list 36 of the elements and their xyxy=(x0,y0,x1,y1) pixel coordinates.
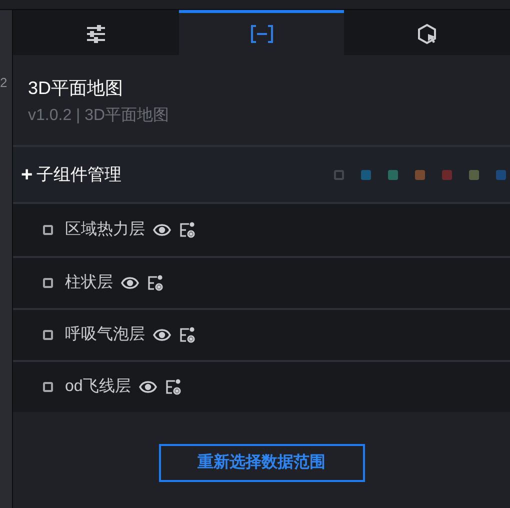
color-swatch[interactable] xyxy=(469,170,479,180)
config-icon[interactable] xyxy=(179,327,195,343)
layer-name: 区域热力层 xyxy=(65,220,145,240)
color-swatch[interactable] xyxy=(388,170,398,180)
checkbox[interactable] xyxy=(43,225,53,235)
eye-icon[interactable] xyxy=(138,381,157,393)
layer-row[interactable]: 区域热力层 xyxy=(13,204,510,256)
hexagon-cursor-icon xyxy=(416,23,438,45)
checkbox[interactable] xyxy=(43,382,53,392)
component-title: 3D平面地图 xyxy=(28,77,124,100)
bracket-icon xyxy=(250,25,274,43)
color-swatch[interactable] xyxy=(334,170,344,180)
checkbox[interactable] xyxy=(43,330,53,340)
sliders-icon xyxy=(86,25,106,43)
expand-toggle[interactable]: + xyxy=(21,164,33,184)
layer-name: 呼吸气泡层 xyxy=(65,324,145,345)
color-swatch[interactable] xyxy=(361,170,371,180)
eye-icon[interactable] xyxy=(153,224,171,236)
color-swatch[interactable] xyxy=(442,170,452,180)
layer-row[interactable]: 呼吸气泡层 xyxy=(13,308,510,360)
config-icon[interactable] xyxy=(179,222,195,238)
color-swatch[interactable] xyxy=(415,170,425,180)
layer-row[interactable]: 柱状层 xyxy=(13,256,510,308)
ruler-label: 2 xyxy=(0,76,8,89)
config-icon[interactable] xyxy=(164,379,181,395)
config-icon[interactable] xyxy=(147,275,163,291)
layer-name: od飞线层 xyxy=(65,376,131,397)
checkbox[interactable] xyxy=(43,278,53,288)
version-text: v1.0.2 | 3D平面地图 xyxy=(28,106,170,126)
reselect-data-button[interactable]: 重新选择数据范围 xyxy=(158,444,364,482)
section-header[interactable]: + 子组件管理 xyxy=(13,145,510,204)
color-swatch[interactable] xyxy=(496,170,506,180)
eye-icon[interactable] xyxy=(121,277,139,289)
eye-icon[interactable] xyxy=(153,329,171,341)
section-title: 子组件管理 xyxy=(36,164,122,186)
layer-name: 柱状层 xyxy=(65,273,113,293)
